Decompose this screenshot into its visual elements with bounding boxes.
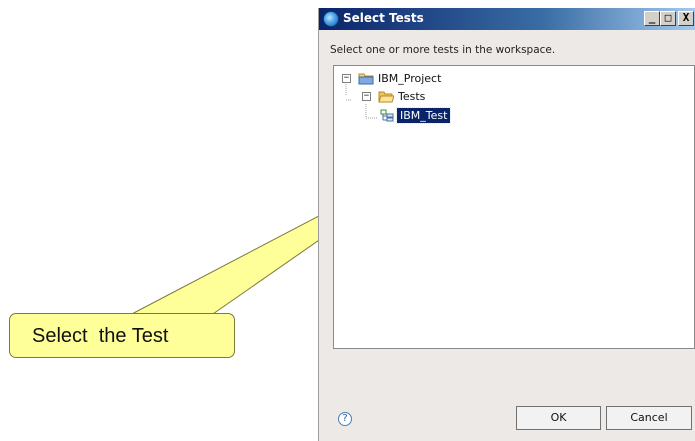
tree-item-label: Tests — [398, 90, 426, 103]
title-bar[interactable]: Select Tests _ □ X — [319, 8, 695, 30]
dialog-title: Select Tests — [343, 11, 424, 25]
tree-item-label-selected: IBM_Test — [395, 107, 452, 124]
help-icon[interactable]: ? — [338, 412, 352, 426]
collapse-toggle[interactable]: − — [362, 92, 371, 101]
callout-text: Select the Test — [32, 325, 169, 347]
cancel-button[interactable]: Cancel — [606, 406, 692, 430]
tree-item-tests[interactable]: − Tests — [362, 89, 562, 105]
project-folder-icon — [358, 73, 374, 85]
test-icon — [380, 109, 394, 122]
tree-item-label: IBM_Project — [378, 72, 442, 85]
collapse-toggle[interactable]: − — [342, 74, 351, 83]
tree-item-ibm-test[interactable]: IBM_Test — [380, 107, 580, 125]
maximize-button[interactable]: □ — [660, 11, 676, 26]
callout-box: Select the Test — [9, 313, 235, 358]
tree-item-ibm-project[interactable]: − IBM_Project — [342, 71, 542, 87]
ok-button[interactable]: OK — [516, 406, 601, 430]
instruction-text: Select one or more tests in the workspac… — [330, 44, 556, 56]
select-tests-dialog: Select Tests _ □ X Select one or more te… — [318, 8, 695, 441]
workspace-tree[interactable]: − IBM_Project − Tests IBM_Test — [333, 65, 695, 349]
folder-open-icon — [378, 91, 394, 103]
minimize-button[interactable]: _ — [644, 11, 660, 26]
app-globe-icon — [323, 11, 339, 27]
close-button[interactable]: X — [678, 11, 694, 26]
